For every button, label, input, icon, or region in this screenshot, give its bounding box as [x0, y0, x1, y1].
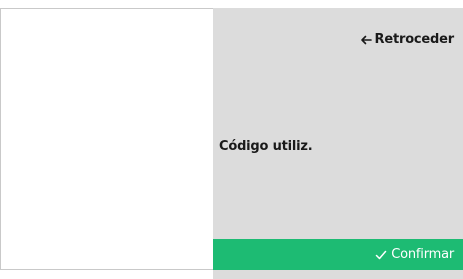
- back-button[interactable]: Retroceder: [360, 32, 454, 47]
- checkmark-icon: [375, 249, 387, 261]
- code-used-label: Código utiliz.: [219, 139, 313, 154]
- left-panel: [0, 8, 213, 270]
- app-window: Retroceder Código utiliz. Confirmar: [0, 0, 463, 279]
- confirm-button[interactable]: Confirmar: [213, 239, 463, 270]
- right-panel: Retroceder Código utiliz. Confirmar: [213, 8, 463, 279]
- arrow-left-icon: [360, 34, 372, 46]
- back-button-label: Retroceder: [374, 32, 455, 47]
- confirm-button-label: Confirmar: [391, 247, 454, 262]
